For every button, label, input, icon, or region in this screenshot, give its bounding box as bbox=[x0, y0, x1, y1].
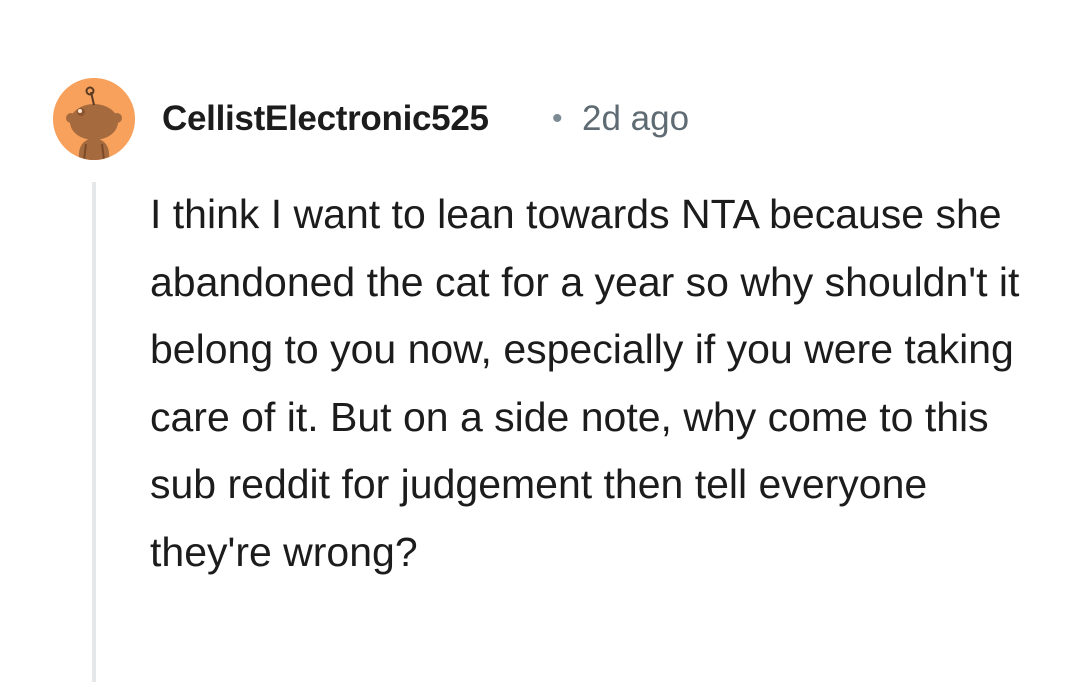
reddit-snoo-avatar-icon bbox=[53, 78, 135, 160]
username[interactable]: CellistElectronic525 bbox=[162, 97, 489, 141]
thread-line[interactable] bbox=[92, 182, 96, 682]
user-avatar[interactable] bbox=[53, 78, 135, 160]
comment-body: I think I want to lean towards NTA becau… bbox=[150, 191, 1020, 575]
timestamp: 2d ago bbox=[582, 99, 690, 138]
separator-dot: • bbox=[552, 102, 563, 135]
comment: CellistElectronic525 • 2d ago I think I … bbox=[0, 0, 1080, 682]
